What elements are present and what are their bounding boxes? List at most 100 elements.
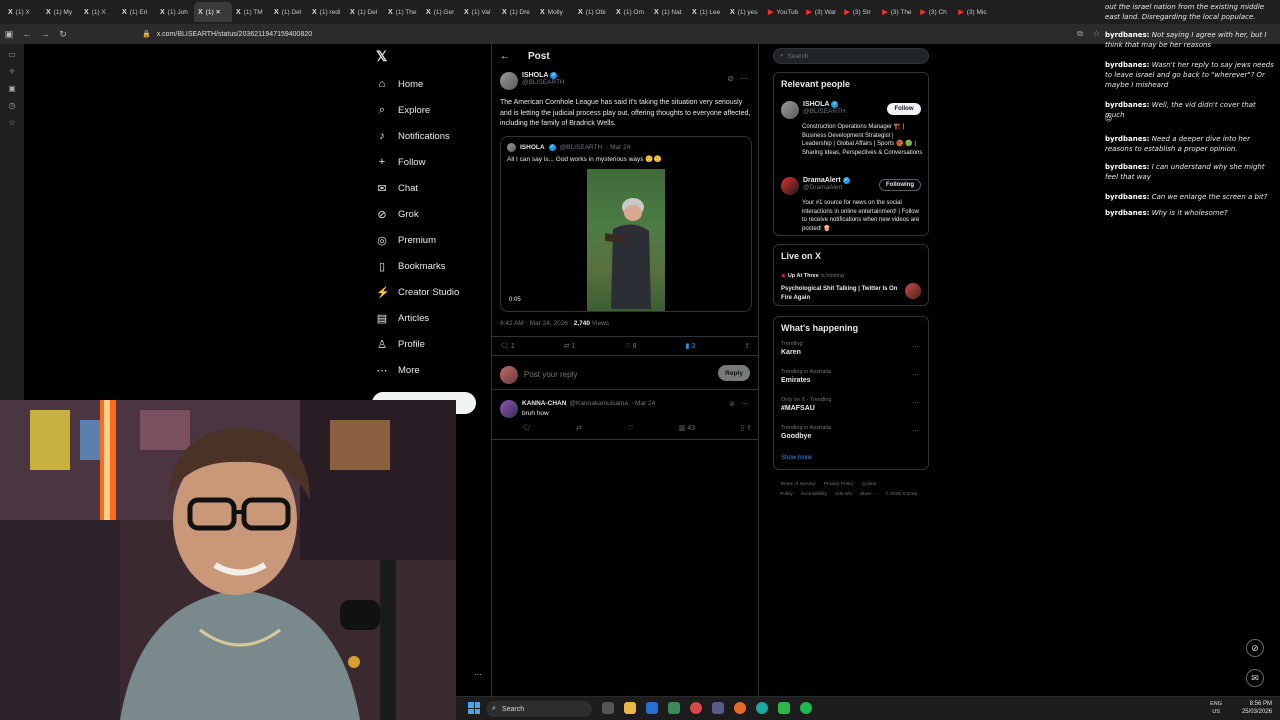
favorites-icon[interactable]: ☆ [8,118,15,127]
person-name[interactable]: DramaAlert [803,177,841,184]
file-explorer-icon[interactable] [624,702,636,714]
avatar[interactable] [781,101,799,119]
more-options-icon[interactable]: ⋯ [741,400,748,408]
browser-tab[interactable]: X (1) Eri [118,2,156,22]
browser-tab[interactable]: X (1) Del [346,2,384,22]
nav-item-follow[interactable]: + Follow [376,156,426,168]
app-icon[interactable] [690,702,702,714]
nav-item-explore[interactable]: ⌕ Explore [376,104,430,117]
footer-link[interactable]: Accessibility [801,492,827,497]
browser-tab[interactable]: X (1) ✕ [194,2,232,22]
avatar[interactable] [905,283,921,299]
browser-tab[interactable]: X Molly [536,2,574,22]
heart-icon[interactable]: ♡ [627,424,633,432]
browser-tab[interactable]: X (1) Joh [156,2,194,22]
tabs-icon[interactable]: ▭ [8,50,16,59]
browser-tab[interactable]: ▶ YouTub [764,2,802,22]
like-action[interactable]: ♡ 8 [624,342,636,351]
back-arrow-icon[interactable]: ← [500,51,510,62]
browser-tab[interactable]: X (1) Dre [498,2,536,22]
browser-tab[interactable]: X (1) yes [726,2,764,22]
trend-item[interactable]: Only on X · Trending #MAFSAU ⋯ [781,397,923,412]
x-logo-icon[interactable]: 𝕏 [376,48,387,65]
grok-icon[interactable]: ⊘ [727,74,734,83]
browser-tab[interactable]: X (1) My [42,2,80,22]
reply-author-name[interactable]: KANNA-CHAN [522,400,566,407]
browser-tab[interactable]: X (1) The [384,2,422,22]
show-more-link[interactable]: Show more [781,455,811,461]
reload-icon[interactable]: ↻ [54,29,72,40]
share-action[interactable]: ⇪ [744,342,750,350]
quoted-tweet[interactable]: ISHOLA ✓ @BLISEARTH · Mar 24 All I can s… [500,136,752,312]
browser-tab[interactable]: X (1) Val [460,2,498,22]
task-view-icon[interactable] [602,702,614,714]
bookmark-action[interactable]: ▮ 3 [685,342,695,351]
browser-tab[interactable]: ▶ (3) War [802,2,840,22]
browser-tab[interactable]: ▶ (3) Mic [954,2,992,22]
spotify-icon[interactable] [800,702,812,714]
app-icon[interactable] [712,702,724,714]
app-icon[interactable] [668,702,680,714]
back-icon[interactable]: ← [18,29,36,39]
person-handle[interactable]: @BLISEARTH [803,108,846,115]
reply-author-handle[interactable]: @Kannakamuisama [569,400,628,407]
browser-tab[interactable]: ▶ (3) Str [840,2,878,22]
browser-tab[interactable]: X (1) Del [270,2,308,22]
footer-link[interactable]: Ads info [835,492,852,497]
more-options-icon[interactable]: ⋯ [912,427,919,435]
nav-item-more[interactable]: ⋯ More [376,364,420,377]
nav-item-notifications[interactable]: ♪ Notifications [376,130,450,142]
repost-icon[interactable]: ⇄ [576,424,582,432]
browser-tab[interactable]: X (1) Ger [422,2,460,22]
address-bar[interactable]: 🔒 x.com/BLISEARTH/status/203621194715940… [142,30,312,39]
footer-link[interactable]: Terms of Service [780,482,816,487]
browser-tab[interactable]: X (1) redi [308,2,346,22]
nav-item-premium[interactable]: ◎ Premium [376,234,436,247]
collections-icon[interactable]: ▣ [8,84,16,93]
more-options-icon[interactable]: ⋯ [740,74,748,83]
app-icon[interactable] [646,702,658,714]
grok-float-button[interactable]: ⊘ [1246,639,1264,657]
nav-item-home[interactable]: ⌂ Home [376,78,424,90]
person-handle[interactable]: @DramaAlert [803,184,850,191]
trend-item[interactable]: Trending Karen ⋯ [781,341,923,356]
extensions-icon[interactable]: ⧉ [1077,29,1083,39]
grok-icon[interactable]: ⊘ [729,400,735,408]
nav-item-bookmarks[interactable]: ▯ Bookmarks [376,260,446,273]
author-handle[interactable]: @BLISEARTH [522,79,565,86]
follow-button[interactable]: Follow [887,103,921,115]
ai-icon[interactable]: ✧ [9,67,16,76]
browser-tab[interactable]: X (1) Nat [650,2,688,22]
firefox-icon[interactable] [734,702,746,714]
browser-tab[interactable]: X (1) X [80,2,118,22]
tweet-author[interactable]: ISHOLA ✓ @BLISEARTH [500,72,565,90]
language-indicator[interactable]: ENG US [1210,700,1222,716]
edge-icon[interactable] [756,702,768,714]
avatar[interactable] [500,400,518,418]
reply-action[interactable]: 🗨 1 [500,342,515,351]
browser-tab[interactable]: X (1) Obi [574,2,612,22]
app-icon[interactable] [778,702,790,714]
bookmark-icon[interactable]: ▯ ⇪ [740,424,752,432]
views-action[interactable]: ▥ 43 [679,424,695,432]
clock[interactable]: 8:56 PM 25/03/2026 [1242,700,1272,716]
nav-item-grok[interactable]: ⊘ Grok [376,208,418,221]
windows-start-icon[interactable] [468,702,480,714]
more-options-icon[interactable]: ⋯ [912,343,919,351]
browser-tab[interactable]: X (1) X [4,2,42,22]
trend-item[interactable]: Trending in Australia Emirates ⋯ [781,369,923,384]
avatar[interactable] [781,177,799,195]
repost-action[interactable]: ⇄ 1 [564,342,576,351]
reply-tweet[interactable]: KANNA-CHAN @Kannakamuisama · Mar 24 ⊘ ⋯ … [492,394,758,440]
browser-tab[interactable]: X (1) Om [612,2,650,22]
taskbar-search[interactable]: ⌕ Search [486,701,592,717]
browser-tab[interactable]: X (1) TM [232,2,270,22]
history-icon[interactable]: ◷ [9,101,16,110]
live-host[interactable]: ◉ Up At Three is hosting [781,273,844,279]
person-row[interactable]: DramaAlert ✓ @DramaAlert [781,177,850,195]
reply-button[interactable]: Reply [718,365,750,381]
person-name[interactable]: ISHOLA [803,101,829,108]
browser-tab[interactable]: ▶ (3) Ch [916,2,954,22]
nav-item-articles[interactable]: ▤ Articles [376,312,429,325]
sidebar-toggle-icon[interactable]: ▣ [0,29,18,40]
